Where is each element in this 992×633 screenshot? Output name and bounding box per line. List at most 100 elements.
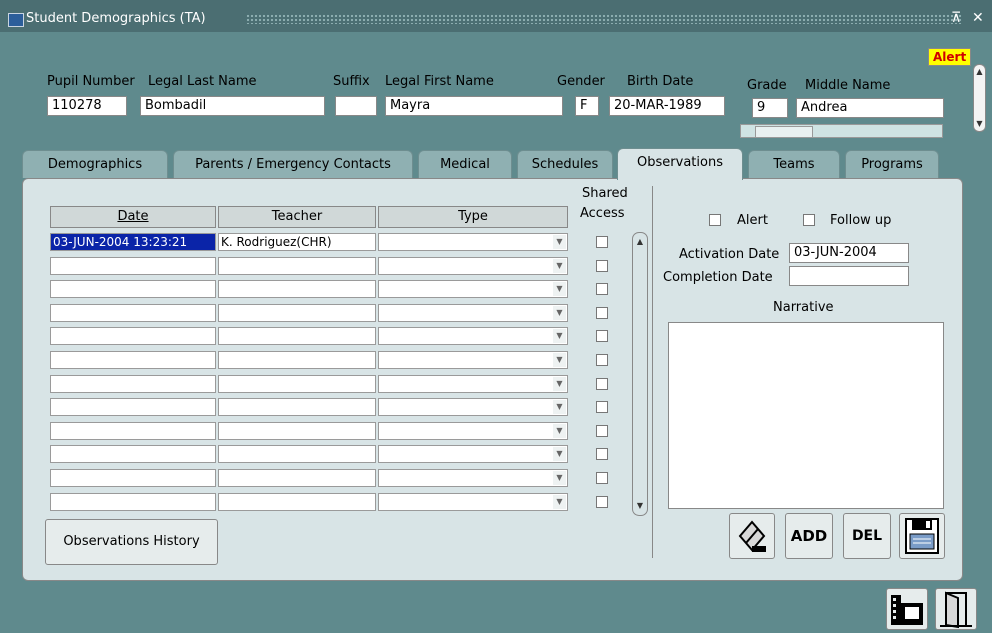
type-cell[interactable]: ▼ xyxy=(378,327,568,345)
type-cell[interactable]: ▼ xyxy=(378,422,568,440)
teacher-cell[interactable] xyxy=(218,398,376,416)
tab-demographics[interactable]: Demographics xyxy=(22,150,168,178)
tab-schedules[interactable]: Schedules xyxy=(517,150,613,178)
date-cell[interactable] xyxy=(50,375,216,393)
shared-access-checkbox[interactable] xyxy=(596,401,608,413)
teacher-cell[interactable] xyxy=(218,351,376,369)
date-cell[interactable] xyxy=(50,257,216,275)
gender-field[interactable]: F xyxy=(575,96,599,116)
date-cell[interactable] xyxy=(50,304,216,322)
activation-date-field[interactable]: 03-JUN-2004 xyxy=(789,243,909,263)
type-cell[interactable]: ▼ xyxy=(378,445,568,463)
chevron-down-icon[interactable]: ▼ xyxy=(553,424,566,438)
shared-access-checkbox[interactable] xyxy=(596,472,608,484)
grade-field[interactable]: 9 xyxy=(752,98,788,118)
legal-first-name-field[interactable]: Mayra xyxy=(385,96,563,116)
add-button[interactable]: ADD xyxy=(785,513,833,559)
teacher-cell[interactable] xyxy=(218,445,376,463)
shared-access-checkbox[interactable] xyxy=(596,425,608,437)
shared-access-checkbox[interactable] xyxy=(596,448,608,460)
shared-access-checkbox[interactable] xyxy=(596,330,608,342)
shared-access-checkbox[interactable] xyxy=(596,260,608,272)
tab-observations[interactable]: Observations xyxy=(617,148,743,180)
type-cell[interactable]: ▼ xyxy=(378,375,568,393)
date-cell[interactable]: 03-JUN-2004 13:23:21 xyxy=(50,233,216,251)
follow-up-checkbox[interactable] xyxy=(803,214,815,226)
column-header-date[interactable]: Date xyxy=(50,206,216,228)
shared-access-checkbox[interactable] xyxy=(596,307,608,319)
save-button[interactable] xyxy=(899,513,945,559)
teacher-cell[interactable] xyxy=(218,257,376,275)
header-horizontal-scrollbar[interactable] xyxy=(740,124,943,138)
middle-name-field[interactable]: Andrea xyxy=(796,98,944,118)
alert-badge[interactable]: Alert xyxy=(928,48,972,66)
type-cell[interactable]: ▼ xyxy=(378,469,568,487)
chevron-down-icon[interactable]: ▼ xyxy=(553,400,566,414)
type-cell[interactable]: ▼ xyxy=(378,493,568,511)
column-header-teacher[interactable]: Teacher xyxy=(218,206,376,228)
date-cell[interactable] xyxy=(50,327,216,345)
scroll-up-icon[interactable]: ▲ xyxy=(974,65,985,79)
teacher-cell[interactable]: K. Rodriguez(CHR) xyxy=(218,233,376,251)
date-cell[interactable] xyxy=(50,445,216,463)
chevron-down-icon[interactable]: ▼ xyxy=(553,447,566,461)
teacher-cell[interactable] xyxy=(218,469,376,487)
scroll-down-icon[interactable]: ▼ xyxy=(974,117,985,131)
exit-button[interactable] xyxy=(935,588,977,630)
chevron-down-icon[interactable]: ▼ xyxy=(553,471,566,485)
column-header-type[interactable]: Type xyxy=(378,206,568,228)
scroll-thumb[interactable] xyxy=(755,126,813,138)
chevron-down-icon[interactable]: ▼ xyxy=(553,282,566,296)
delete-button[interactable]: DEL xyxy=(843,513,891,559)
minimize-icon[interactable]: ⊼ xyxy=(951,10,961,26)
teacher-cell[interactable] xyxy=(218,375,376,393)
teacher-cell[interactable] xyxy=(218,422,376,440)
narrative-textarea[interactable] xyxy=(668,322,944,509)
date-cell[interactable] xyxy=(50,422,216,440)
shared-access-checkbox[interactable] xyxy=(596,378,608,390)
type-cell[interactable]: ▼ xyxy=(378,351,568,369)
observations-history-button[interactable]: Observations History xyxy=(45,519,218,565)
tab-programs[interactable]: Programs xyxy=(845,150,939,178)
pupil-number-field[interactable]: 110278 xyxy=(47,96,127,116)
suffix-field[interactable] xyxy=(335,96,377,116)
scroll-up-icon[interactable]: ▲ xyxy=(633,235,647,249)
grid-vertical-scrollbar[interactable]: ▲ ▼ xyxy=(632,232,648,516)
alert-checkbox[interactable] xyxy=(709,214,721,226)
tab-teams[interactable]: Teams xyxy=(748,150,840,178)
legal-last-name-field[interactable]: Bombadil xyxy=(140,96,325,116)
type-cell[interactable]: ▼ xyxy=(378,280,568,298)
close-icon[interactable]: ✕ xyxy=(972,10,984,26)
tab-medical[interactable]: Medical xyxy=(418,150,512,178)
date-cell[interactable] xyxy=(50,493,216,511)
teacher-cell[interactable] xyxy=(218,493,376,511)
teacher-cell[interactable] xyxy=(218,327,376,345)
chevron-down-icon[interactable]: ▼ xyxy=(553,495,566,509)
scroll-down-icon[interactable]: ▼ xyxy=(633,499,647,513)
shared-access-checkbox[interactable] xyxy=(596,236,608,248)
birth-date-field[interactable]: 20-MAR-1989 xyxy=(609,96,725,116)
shared-access-checkbox[interactable] xyxy=(596,496,608,508)
teacher-cell[interactable] xyxy=(218,304,376,322)
chevron-down-icon[interactable]: ▼ xyxy=(553,329,566,343)
type-cell[interactable]: ▼ xyxy=(378,257,568,275)
date-cell[interactable] xyxy=(50,398,216,416)
film-button[interactable] xyxy=(886,588,928,630)
type-cell[interactable]: ▼ xyxy=(378,304,568,322)
date-cell[interactable] xyxy=(50,280,216,298)
date-cell[interactable] xyxy=(50,351,216,369)
tab-parents-emergency-contacts[interactable]: Parents / Emergency Contacts xyxy=(173,150,413,178)
eraser-button[interactable] xyxy=(729,513,775,559)
chevron-down-icon[interactable]: ▼ xyxy=(553,235,566,249)
completion-date-field[interactable] xyxy=(789,266,909,286)
date-cell[interactable] xyxy=(50,469,216,487)
chevron-down-icon[interactable]: ▼ xyxy=(553,306,566,320)
type-cell[interactable]: ▼ xyxy=(378,398,568,416)
teacher-cell[interactable] xyxy=(218,280,376,298)
chevron-down-icon[interactable]: ▼ xyxy=(553,377,566,391)
type-cell[interactable]: ▼ xyxy=(378,233,568,251)
shared-access-checkbox[interactable] xyxy=(596,283,608,295)
shared-access-checkbox[interactable] xyxy=(596,354,608,366)
chevron-down-icon[interactable]: ▼ xyxy=(553,259,566,273)
chevron-down-icon[interactable]: ▼ xyxy=(553,353,566,367)
